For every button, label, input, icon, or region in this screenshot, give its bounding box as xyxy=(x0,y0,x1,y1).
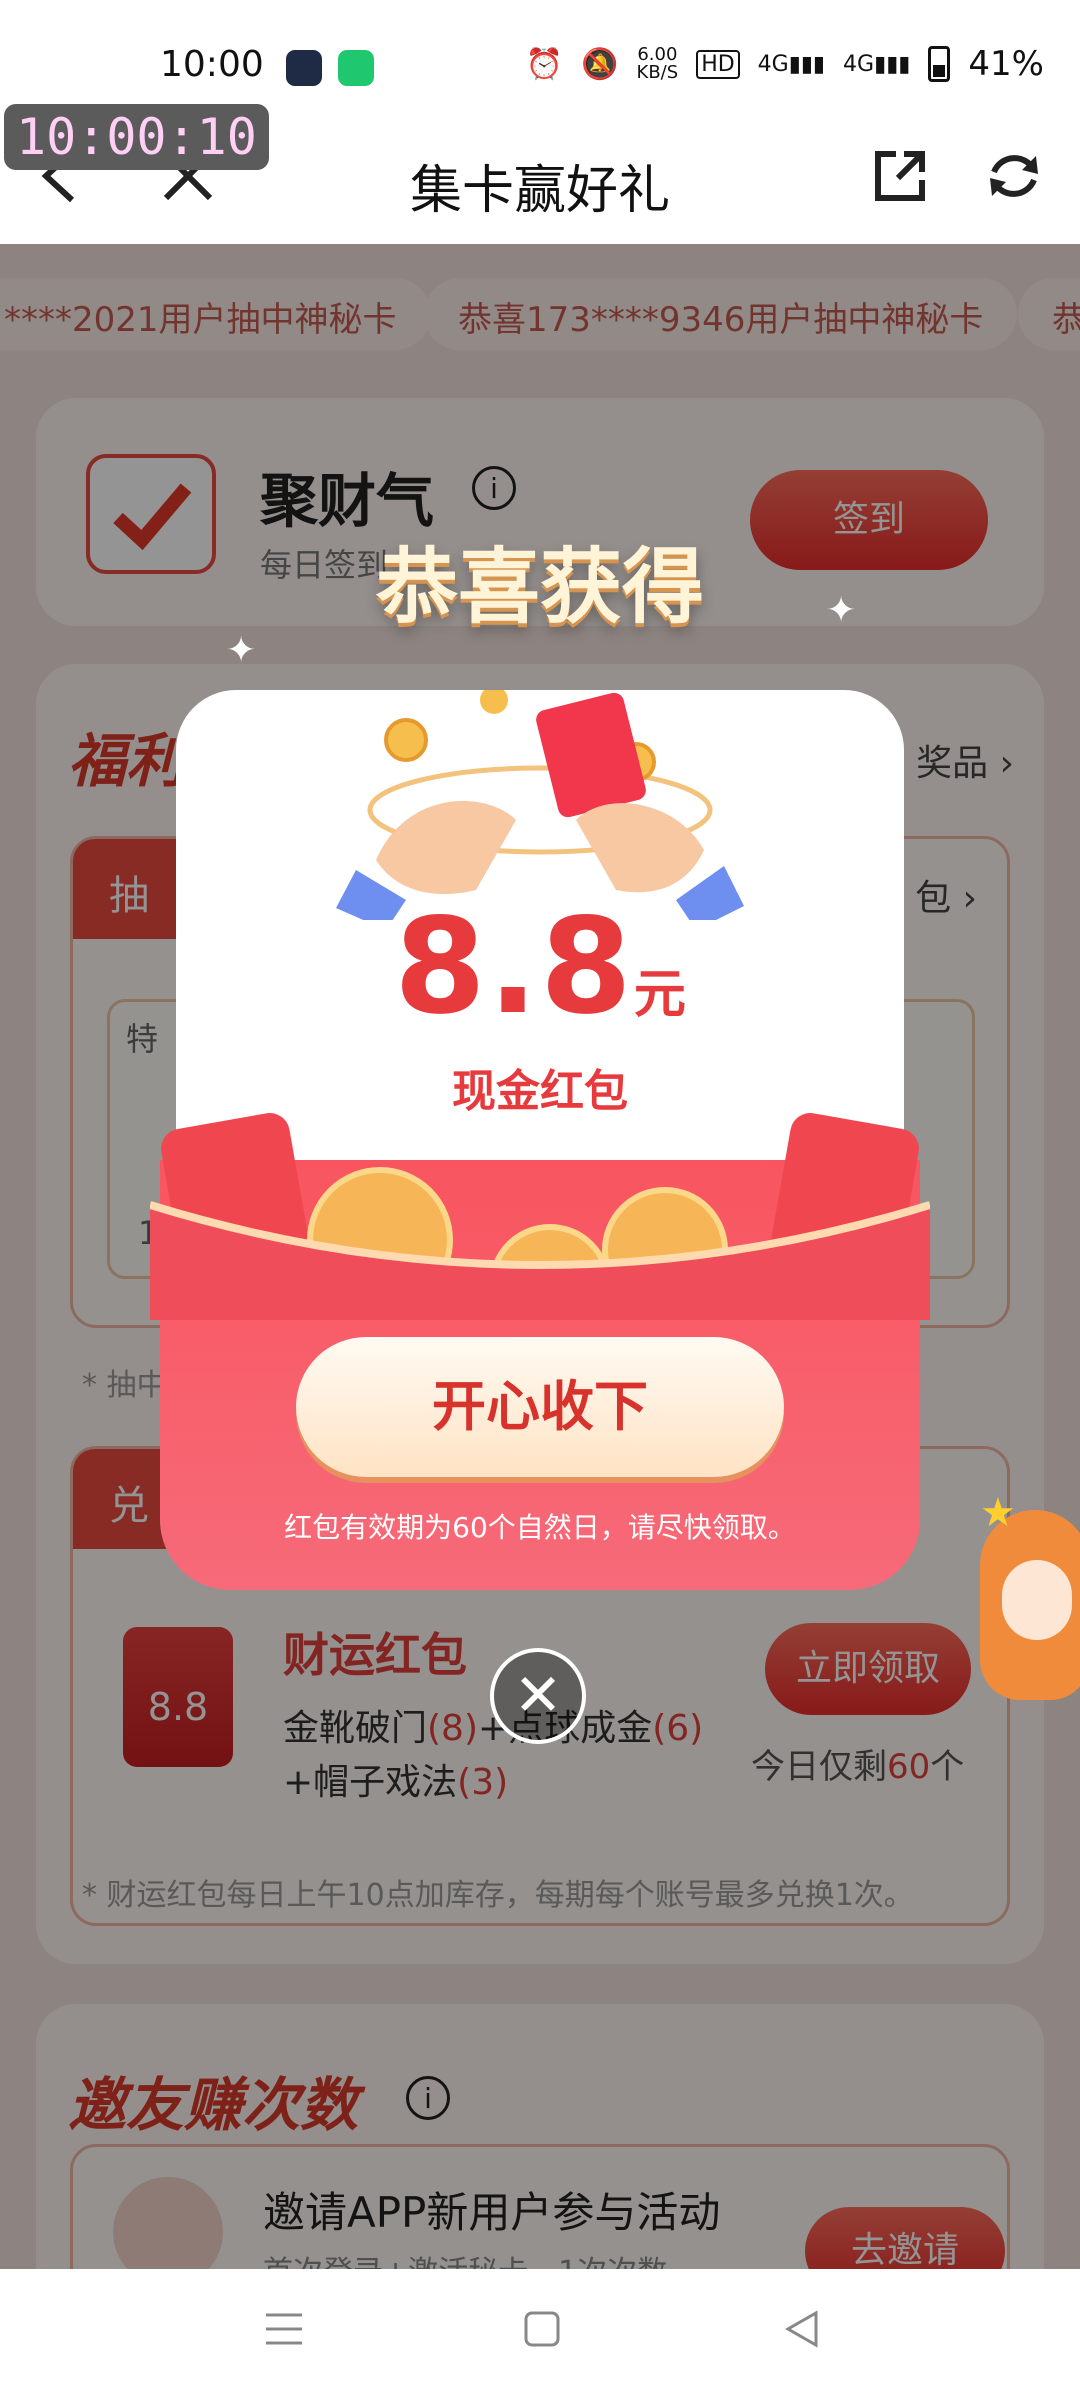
app-notification-icon xyxy=(286,50,322,86)
battery-level: 41% xyxy=(968,44,1044,84)
signal-4g-2: 4G▮▮▮ xyxy=(843,51,911,77)
refresh-icon[interactable] xyxy=(984,146,1044,220)
timestamp-overlay: 10:00:10 xyxy=(4,104,269,170)
signal-4g-1: 4G▮▮▮ xyxy=(757,51,826,77)
validity-note: 红包有效期为60个自然日，请尽快领取。 xyxy=(284,1511,796,1544)
amount-unit: 元 xyxy=(633,965,686,1025)
home-icon[interactable] xyxy=(520,2307,564,2362)
back-triangle-icon[interactable] xyxy=(780,2307,824,2362)
status-icons: ⏰ 🔕 6.00 KB/S HD 4G▮▮▮ 4G▮▮▮ 41% xyxy=(526,44,1044,84)
network-speed: 6.00 KB/S xyxy=(636,44,679,83)
menu-icon[interactable] xyxy=(262,2307,306,2362)
mascot-face xyxy=(1002,1560,1072,1640)
modal-title: 恭喜获得 xyxy=(375,540,704,635)
hd-badge: HD xyxy=(696,49,740,79)
share-icon[interactable] xyxy=(870,146,930,220)
alarm-icon: ⏰ xyxy=(525,46,564,82)
status-time: 10:00 xyxy=(160,44,264,85)
reward-type: 现金红包 xyxy=(452,1066,628,1117)
accept-button[interactable]: 开心收下 xyxy=(296,1337,784,1477)
reward-amount: 8.8元 xyxy=(0,890,1080,1044)
hands-envelope-illustration xyxy=(336,690,744,920)
battery-icon xyxy=(928,46,951,82)
sparkle-icon: ✦ xyxy=(226,630,257,671)
modal-close-icon[interactable]: ✕ xyxy=(490,1648,586,1744)
amount-value: 8.8 xyxy=(394,890,634,1044)
envelope-curve-decoration xyxy=(150,1113,930,1320)
phone-notification-icon xyxy=(338,50,374,86)
system-nav-bar xyxy=(0,2269,1080,2400)
sparkle-icon: ✦ xyxy=(826,590,857,631)
mute-icon: 🔕 xyxy=(581,46,619,82)
